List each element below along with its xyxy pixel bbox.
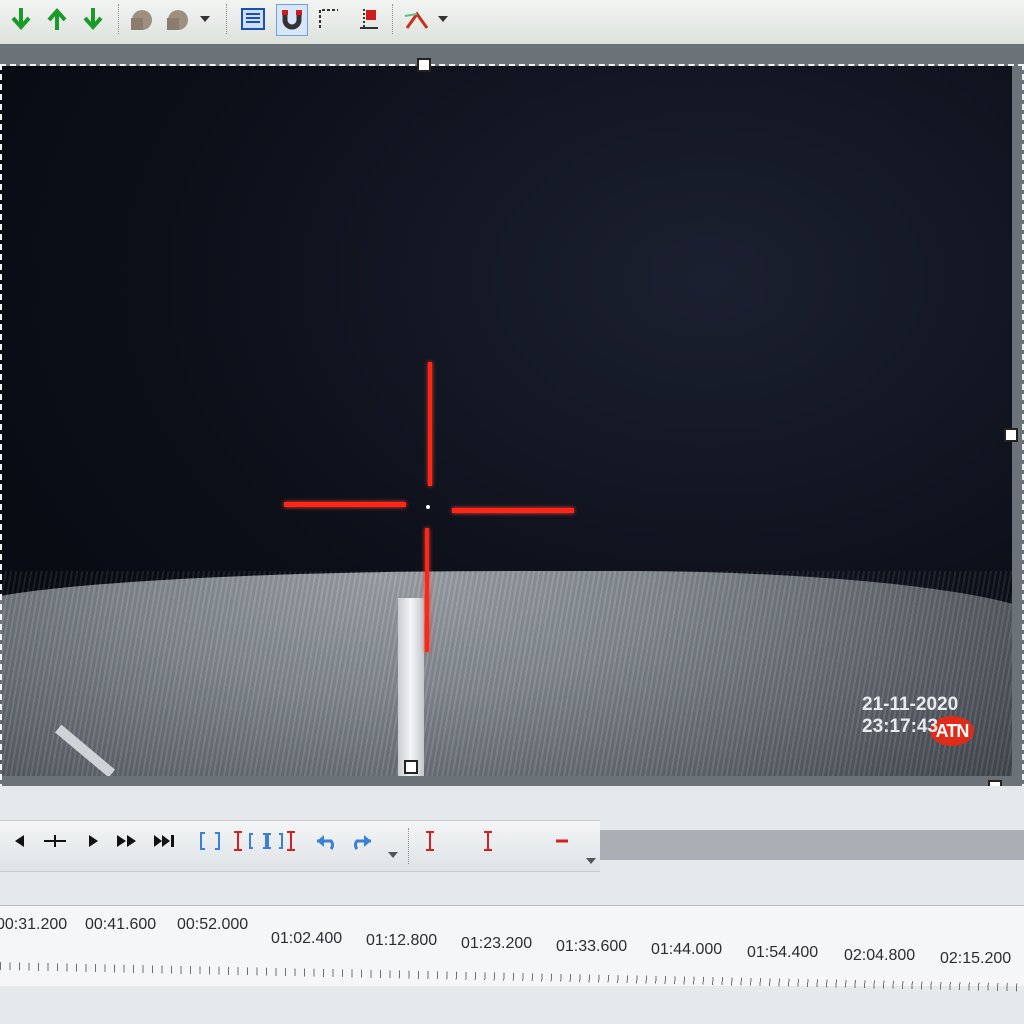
magnet-icon[interactable]: [276, 4, 308, 36]
reticle-top: [428, 362, 432, 486]
text-box-icon[interactable]: [238, 4, 268, 34]
timeline-label: 01:44.000: [651, 941, 723, 958]
toolbar-separator: [392, 4, 395, 34]
timeline-label: 01:54.400: [747, 944, 819, 961]
shape-icon[interactable]: [126, 4, 156, 34]
chevron-down-icon[interactable]: [438, 16, 448, 22]
timeline-label: 01:12.800: [366, 932, 438, 949]
reticle-left: [284, 502, 406, 507]
resize-handle-top[interactable]: [417, 58, 431, 72]
skip-to-end-icon[interactable]: [150, 826, 180, 856]
mark-in-icon[interactable]: [228, 826, 248, 856]
selection-range-icon[interactable]: [248, 826, 298, 856]
date-stamp: 21-11-2020: [862, 694, 959, 715]
marker-icon[interactable]: [354, 4, 384, 34]
toolbar-separator: [118, 4, 121, 34]
timeline-label: 00:52.000: [177, 916, 249, 933]
timeline-label: 02:15.200: [940, 950, 1012, 967]
reticle-right: [452, 508, 574, 513]
chevron-down-icon[interactable]: [586, 858, 596, 864]
add-marker-icon[interactable]: [40, 826, 70, 856]
ground-texture: [0, 571, 1012, 776]
timeline-label: 00:31.200: [0, 916, 68, 933]
reticle-center: [422, 498, 434, 510]
selection-brackets-icon[interactable]: [196, 826, 224, 856]
timeline-label: 00:41.600: [85, 916, 157, 933]
video-frame[interactable]: ATN 21-11-2020 23:17:43: [0, 66, 1012, 776]
effects-icon[interactable]: [402, 4, 432, 34]
toolbar-separator: [226, 4, 229, 34]
chevron-down-icon[interactable]: [388, 852, 398, 858]
timeline-label: 01:33.600: [556, 938, 628, 955]
timeline-label: 02:04.800: [844, 947, 916, 964]
fence-post: [398, 598, 424, 776]
undo-arrow-icon[interactable]: [312, 826, 342, 856]
previous-frame-icon[interactable]: [6, 826, 32, 856]
crop-corner-icon[interactable]: [314, 4, 344, 34]
arrow-up-icon[interactable]: [42, 4, 72, 34]
cursor-marker-icon[interactable]: [420, 826, 440, 856]
play-icon[interactable]: [80, 826, 106, 856]
time-stamp: 23:17:43: [862, 716, 939, 737]
shape-dropdown-icon[interactable]: [162, 4, 192, 34]
top-toolbar: [0, 0, 1024, 45]
region-marker-icon[interactable]: [478, 826, 498, 856]
resize-handle-bottom[interactable]: [404, 760, 418, 774]
timeline-label: 01:23.200: [461, 935, 533, 952]
reticle-bottom: [425, 528, 429, 652]
minus-marker-icon[interactable]: [552, 826, 572, 856]
resize-handle-right[interactable]: [1004, 428, 1018, 442]
redo-arrow-icon[interactable]: [346, 826, 376, 856]
fast-forward-icon[interactable]: [112, 826, 142, 856]
controls-filler: [600, 830, 1024, 860]
timeline-label: 01:02.400: [271, 930, 343, 947]
arrow-down-icon[interactable]: [6, 4, 36, 34]
chevron-down-icon[interactable]: [200, 16, 210, 22]
toolbar-separator: [408, 828, 411, 864]
arrow-down-icon[interactable]: [78, 4, 108, 34]
